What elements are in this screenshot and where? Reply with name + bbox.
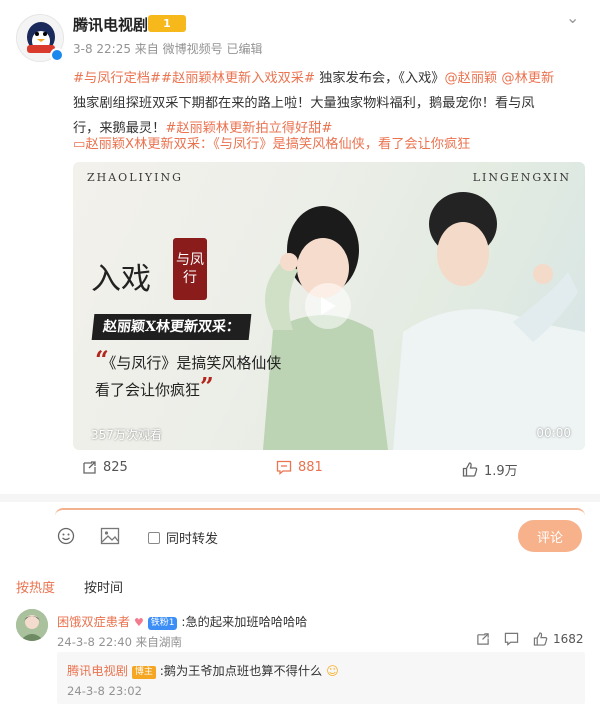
post-text-segment: 独家发布会，《入戏》 bbox=[315, 71, 445, 86]
play-button[interactable] bbox=[305, 283, 351, 329]
comment-reply-icon[interactable] bbox=[504, 632, 519, 646]
video-quote-line1: 《与凤行》是搞笑风格仙侠 bbox=[108, 354, 282, 372]
commenter-name[interactable]: 困饿双症患者 bbox=[57, 615, 130, 629]
comment-count: 881 bbox=[298, 460, 323, 475]
post-text-segment: 独家剧组探班双采下期都在来的路上啦！大量独家物料福利，鹅最宠你！看与凤 bbox=[73, 96, 535, 111]
reply-line: 腾讯电视剧 博主 :鹅为王爷加点班也算不得什么 ☺ bbox=[67, 661, 339, 679]
video-name-right: LINGENGXIN bbox=[472, 171, 571, 184]
comment-meta: 24-3-8 22:40 来自湖南 bbox=[57, 635, 183, 649]
video-seal: 与凤行 bbox=[173, 238, 207, 300]
reply-text: :鹅为王爷加点班也算不得什么 bbox=[159, 664, 323, 678]
author-name[interactable]: 腾讯电视剧 bbox=[73, 14, 148, 35]
section-divider bbox=[0, 494, 600, 502]
mention-link[interactable]: @林更新 bbox=[497, 71, 554, 86]
repost-checkbox-label: 同时转发 bbox=[166, 532, 219, 547]
comment-text: :急的起来加班哈哈哈哈 bbox=[181, 615, 308, 629]
comment-like-count: 1682 bbox=[553, 632, 584, 646]
reply-author-name[interactable]: 腾讯电视剧 bbox=[67, 664, 128, 678]
commenter-avatar[interactable] bbox=[16, 609, 48, 641]
video-link-text: 赵丽颖X林更新双采：《与凤行》是搞笑风格仙侠，看了会让你疯狂 bbox=[85, 137, 471, 152]
like-button[interactable]: 1.9万 bbox=[462, 460, 518, 479]
video-link[interactable]: ▭赵丽颖X林更新双采：《与凤行》是搞笑风格仙侠，看了会让你疯狂 bbox=[73, 133, 470, 152]
comment-line: 困饿双症患者 ♥ 铁粉1 :急的起来加班哈哈哈哈 bbox=[57, 612, 307, 630]
like-icon bbox=[462, 462, 478, 477]
video-player[interactable]: ZHAOLIYING LINGENGXIN 入戏 与凤行 赵丽颖X林更新双采： … bbox=[73, 162, 585, 450]
image-icon[interactable] bbox=[100, 527, 120, 549]
video-quote-line2: 看了会让你疯狂 bbox=[95, 381, 201, 399]
emoji-icon[interactable] bbox=[57, 527, 75, 549]
view-count: 357万次观看 bbox=[91, 428, 162, 442]
sort-by-time[interactable]: 按时间 bbox=[84, 577, 123, 596]
video-duration: 00:00 bbox=[536, 426, 571, 440]
hashtag-link[interactable]: #与凤行定档##赵丽颖林更新入戏双采# bbox=[73, 71, 315, 86]
verified-badge-icon bbox=[50, 48, 64, 62]
actor-figure bbox=[393, 192, 585, 450]
video-link-icon: ▭ bbox=[73, 137, 86, 152]
video-quote: “《与凤行》是搞笑风格仙侠 看了会让你疯狂” bbox=[95, 348, 281, 402]
member-level: 1 bbox=[163, 17, 171, 30]
reply-meta: 24-3-8 23:02 bbox=[67, 684, 142, 698]
author-badge: 博主 bbox=[131, 666, 156, 679]
video-banner: 赵丽颖X林更新双采： bbox=[91, 314, 252, 340]
comment-button[interactable]: 881 bbox=[276, 460, 323, 475]
member-crown-icon[interactable]: 1 bbox=[148, 15, 186, 32]
video-title: 入戏 bbox=[91, 262, 151, 297]
smile-emoji-icon: ☺ bbox=[326, 664, 339, 678]
comment-input[interactable] bbox=[55, 508, 585, 520]
play-icon bbox=[321, 297, 336, 315]
comment-icon bbox=[276, 460, 292, 475]
quote-close-icon: ” bbox=[200, 372, 214, 401]
mention-link[interactable]: @赵丽颖 bbox=[444, 71, 497, 86]
sort-by-hot[interactable]: 按热度 bbox=[16, 577, 55, 596]
checkbox-icon bbox=[148, 531, 160, 544]
quote-open-icon: “ bbox=[95, 345, 109, 374]
like-count: 1.9万 bbox=[484, 464, 518, 479]
comment-actions: 1682 bbox=[476, 632, 584, 646]
repost-icon bbox=[83, 461, 96, 474]
submit-comment-button[interactable]: 评论 bbox=[518, 520, 582, 552]
comment-repost-icon[interactable] bbox=[476, 632, 490, 646]
chevron-down-icon[interactable]: ⌄ bbox=[566, 8, 579, 27]
post-meta: 3-8 22:25 来自 微博视频号 已编辑 bbox=[73, 42, 263, 56]
video-name-left: ZHAOLIYING bbox=[87, 171, 183, 184]
comment-like-icon bbox=[533, 632, 548, 646]
fan-badge: 铁粉1 bbox=[147, 617, 178, 630]
post-text: #与凤行定档##赵丽颖林更新入戏双采# 独家发布会，《入戏》@赵丽颖 @林更新 … bbox=[73, 66, 585, 141]
repost-button[interactable]: 825 bbox=[82, 460, 128, 475]
repost-checkbox[interactable]: 同时转发 bbox=[148, 528, 218, 547]
repost-count: 825 bbox=[103, 460, 128, 475]
heart-badge-icon: ♥ bbox=[134, 616, 144, 629]
comment-like-button[interactable]: 1682 bbox=[533, 632, 584, 646]
